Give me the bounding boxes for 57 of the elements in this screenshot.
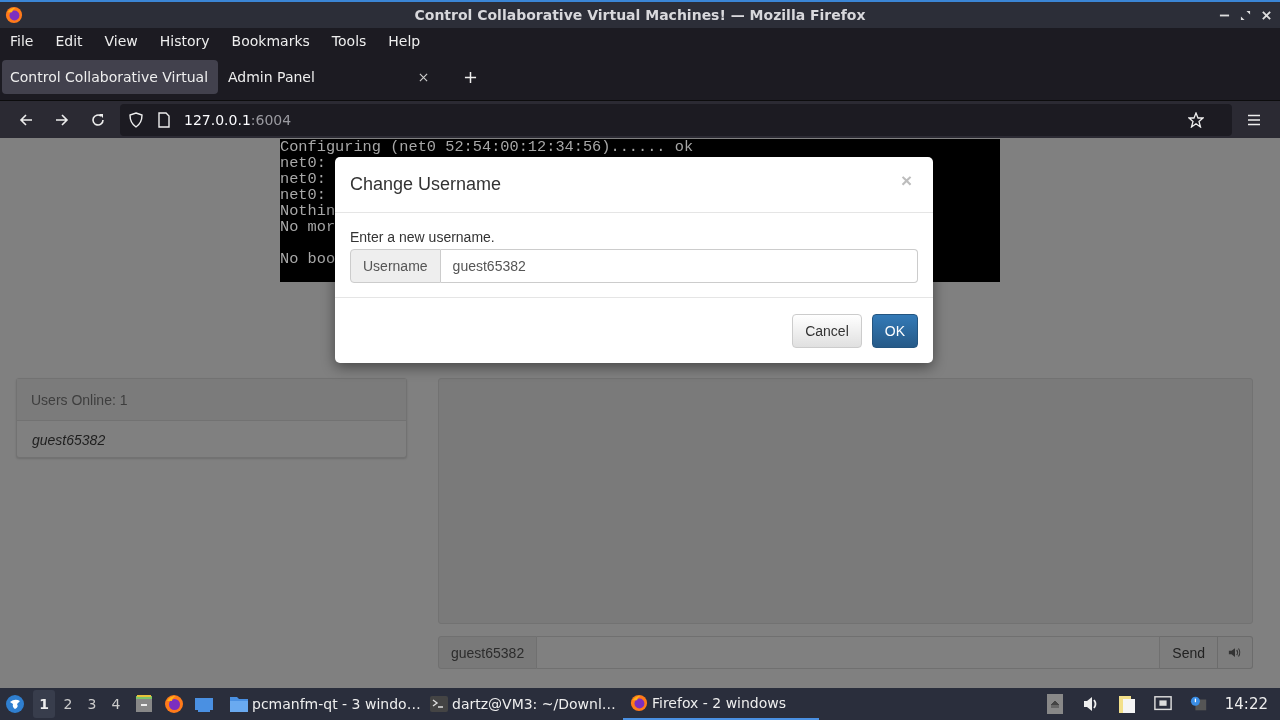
terminal-line: Configuring (net0 52:54:00:12:34:56)...... ok [280,139,694,156]
file-cabinet-icon[interactable] [134,694,154,714]
send-button[interactable]: Send [1160,636,1218,669]
browser-tab[interactable]: Control Collaborative Virtual [2,60,218,94]
task-button[interactable]: Firefox - 2 windows [623,688,819,720]
menu-item[interactable]: Help [388,33,421,49]
terminal-icon [429,695,449,713]
menu-item[interactable]: Tools [331,33,367,49]
firefox-icon [164,694,184,714]
dialog-title: Change Username [350,174,502,195]
address-bar[interactable]: 127.0.0.1:6004 [120,103,1232,136]
terminal-line: net0: [280,186,326,204]
new-tab-icon[interactable] [464,70,477,84]
menu-item[interactable]: File [10,33,34,49]
field-label: Username [350,249,441,283]
maximize-icon[interactable] [1240,9,1251,21]
terminal-line: net0: [280,154,326,172]
prompt-text: Enter a new username. [350,229,496,245]
task-button[interactable]: dartz@VM3: ~/Downl… [423,688,619,720]
terminal-line: net0: [280,170,326,188]
username-field[interactable]: guest65382 [440,249,918,283]
panel-heading: Users Online: 1 [31,391,128,408]
workspace-button[interactable]: 3 [81,690,103,718]
username-label: guest65382 [438,636,538,669]
reload-icon[interactable] [90,111,106,128]
clipboard-icon[interactable] [1117,694,1136,714]
browser-tab[interactable]: Admin Panel [220,60,436,94]
folder-icon [229,695,249,713]
terminal-line: Nothin [280,202,336,220]
user-name: guest65382 [32,431,106,448]
star-icon[interactable] [1188,111,1204,128]
workspace-button[interactable]: 1 [33,690,55,718]
clock: 14:22 [1224,695,1268,713]
menu-item[interactable]: History [159,33,210,49]
forward-icon[interactable] [54,111,70,128]
workspace-button[interactable]: 4 [105,690,127,718]
menu-item[interactable]: View [104,33,138,49]
menu-item[interactable]: Bookmarks [231,33,310,49]
firefox-icon [629,694,649,712]
cancel-button[interactable]: Cancel [792,313,862,348]
ok-button[interactable]: OK [871,313,918,348]
menu-item[interactable]: Edit [55,33,83,49]
shield-icon [128,111,144,128]
url-text: 127.0.0.1:6004 [184,111,292,128]
speaker-icon [1228,647,1242,658]
workspace-button[interactable]: 2 [57,690,79,718]
firefox-icon [5,6,23,24]
page-icon [156,111,172,128]
tray-expand-icon[interactable] [1045,694,1064,714]
terminal-line: No mor [280,218,336,236]
window-title: Control Collaborative Virtual Machines! — Mozilla Firefox [414,7,866,23]
sound-button[interactable] [1218,636,1253,669]
back-icon[interactable] [18,111,34,128]
task-button[interactable]: pcmanfm-qt - 3 windo… [223,688,419,720]
close-icon[interactable] [1261,9,1272,21]
terminal-line: No boo [280,250,336,268]
close-icon[interactable] [419,72,428,82]
